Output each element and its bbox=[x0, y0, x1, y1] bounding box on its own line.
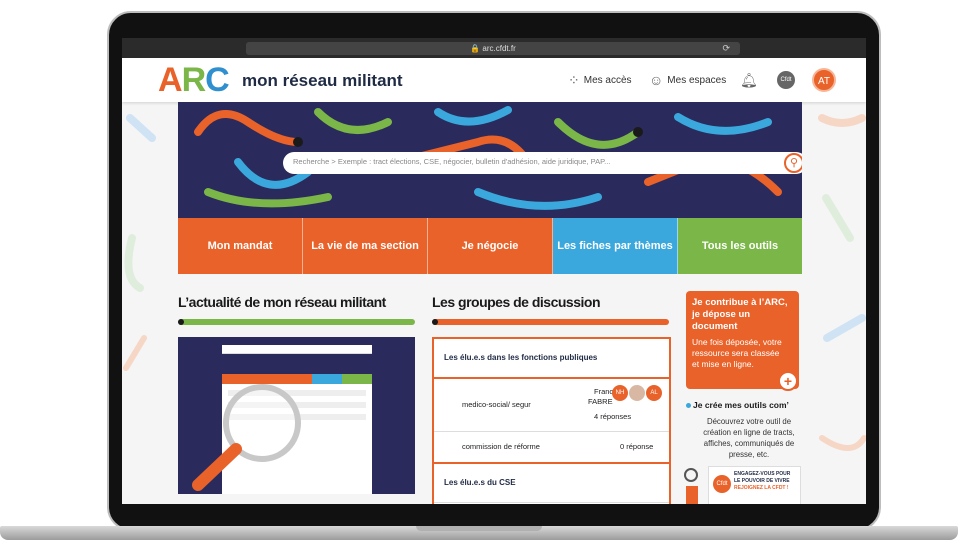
tools-text: Découvrez votre outil de création en lig… bbox=[703, 417, 795, 459]
groups-underline-dot bbox=[432, 319, 438, 325]
add-document-button[interactable]: + bbox=[778, 371, 798, 391]
ad-line-3: REJOIGNEZ LA CFDT ! bbox=[734, 485, 789, 491]
avatar: AL bbox=[646, 385, 662, 401]
group-replies: 0 réponse bbox=[620, 442, 654, 451]
groups-underline bbox=[432, 319, 669, 325]
nav-vie-section[interactable]: La vie de ma section bbox=[303, 218, 428, 274]
news-title: L’actualité de mon réseau militant bbox=[178, 294, 386, 310]
group-topic: medico-social/ segur bbox=[462, 400, 531, 409]
bullet-icon bbox=[686, 403, 691, 408]
cfdt-side-icon bbox=[686, 486, 698, 504]
contribute-title-1: Je contribue à l’ARC, bbox=[692, 297, 788, 308]
nav-tous-outils[interactable]: Tous les outils bbox=[678, 218, 802, 274]
mes-acces-link[interactable]: ⁘ Mes accès bbox=[568, 72, 632, 89]
ad-line-1: ENGAGEZ-VOUS POUR bbox=[734, 471, 791, 477]
ad-line-2: LE POUVOIR DE VIVRE bbox=[734, 478, 790, 484]
url-text: arc.cfdt.fr bbox=[482, 44, 516, 53]
avatar bbox=[629, 385, 645, 401]
browser-bar: 🔒 arc.cfdt.fr ⟳ bbox=[122, 38, 866, 58]
address-bar[interactable]: 🔒 arc.cfdt.fr ⟳ bbox=[246, 42, 740, 55]
cfdt-badge[interactable]: Cfdt bbox=[777, 71, 795, 89]
nav-mon-mandat[interactable]: Mon mandat bbox=[178, 218, 303, 274]
arc-logo[interactable]: ARC bbox=[158, 62, 230, 98]
reload-icon[interactable]: ⟳ bbox=[722, 42, 730, 55]
groups-title: Les groupes de discussion bbox=[432, 294, 601, 310]
logo-text: mon réseau militant bbox=[242, 71, 403, 90]
user-avatar[interactable]: AT bbox=[812, 68, 836, 92]
notification-bell[interactable]: 🔔︎ bbox=[740, 72, 758, 89]
hero-banner: Recherche > Exemple : tract élections, C… bbox=[178, 102, 802, 218]
group-section-fonctions-publiques[interactable]: Les élu.e.s dans les fonctions publiques bbox=[434, 339, 669, 379]
magnifier-icon bbox=[192, 384, 301, 491]
palette-icon bbox=[684, 468, 698, 482]
main-nav: Mon mandat La vie de ma section Je négoc… bbox=[178, 218, 802, 274]
lock-icon: 🔒 bbox=[470, 44, 481, 53]
news-underline-dot bbox=[178, 319, 184, 325]
cfdt-ad-banner[interactable]: Cfdt ENGAGEZ-VOUS POUR LE POUVOIR DE VIV… bbox=[708, 466, 801, 504]
screen: 🔒 arc.cfdt.fr ⟳ ARC mon réseau militant … bbox=[122, 38, 866, 504]
group-author-lastname: FABRE bbox=[588, 397, 613, 406]
search-icon: ⚲ bbox=[789, 157, 799, 169]
contribute-text: Une fois déposée, votre ressource sera c… bbox=[692, 337, 782, 369]
groups-panel: Les élu.e.s dans les fonctions publiques… bbox=[432, 337, 671, 504]
people-icon: ☺ bbox=[649, 72, 664, 88]
grid-icon: ⁘ bbox=[568, 72, 580, 88]
group-replies: 4 réponses bbox=[594, 412, 632, 421]
search-placeholder: Recherche > Exemple : tract élections, C… bbox=[293, 157, 611, 166]
plus-icon: + bbox=[783, 373, 793, 389]
group-row[interactable]: commission de réforme 0 réponse bbox=[434, 432, 669, 464]
mes-espaces-link[interactable]: ☺ Mes espaces bbox=[649, 72, 726, 88]
group-topic: commission de réforme bbox=[462, 442, 540, 451]
search-input[interactable]: Recherche > Exemple : tract élections, C… bbox=[283, 152, 802, 174]
contribute-title-2: je dépose un document bbox=[692, 309, 751, 332]
group-author: Franc bbox=[594, 387, 614, 396]
site-header: ARC mon réseau militant ⁘ Mes accès ☺ Me… bbox=[122, 58, 866, 102]
bell-icon: 🔔︎ bbox=[740, 72, 758, 88]
laptop-notch bbox=[416, 526, 542, 531]
group-section-cse[interactable]: Les élu.e.s du CSE bbox=[434, 464, 669, 503]
tools-title[interactable]: Je crée mes outils com’ bbox=[686, 400, 789, 410]
nav-je-negocie[interactable]: Je négocie bbox=[428, 218, 553, 274]
search-button[interactable]: ⚲ bbox=[784, 153, 802, 173]
news-underline bbox=[178, 319, 415, 325]
group-row[interactable]: medico-social/ segur Franc FABRE NH AL 4… bbox=[434, 379, 669, 432]
nav-fiches-themes[interactable]: Les fiches par thèmes bbox=[553, 218, 678, 274]
avatar: NH bbox=[612, 385, 628, 401]
news-thumbnail[interactable] bbox=[178, 337, 415, 494]
cfdt-ad-logo: Cfdt bbox=[713, 475, 731, 493]
